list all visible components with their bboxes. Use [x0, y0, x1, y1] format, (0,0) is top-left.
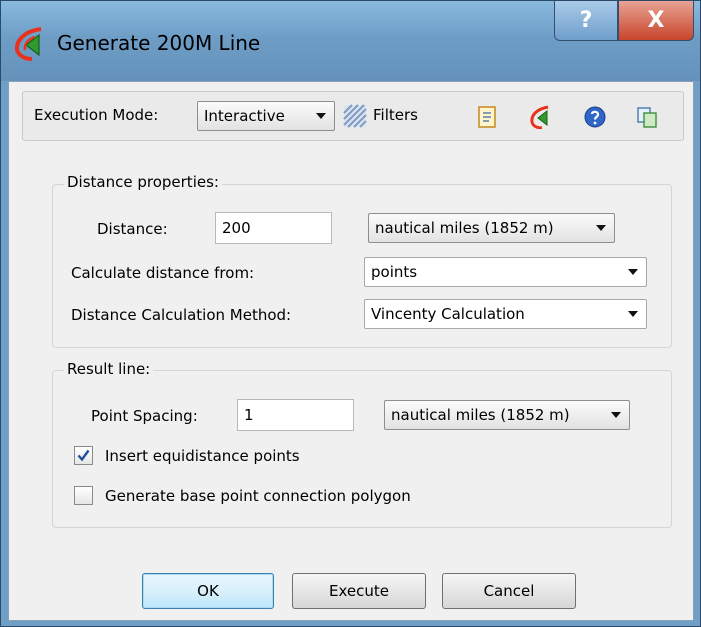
execute-button[interactable]: Execute — [292, 573, 426, 609]
ok-button[interactable]: OK — [142, 573, 274, 609]
equidistance-label[interactable]: Insert equidistance points — [105, 447, 300, 465]
equidistance-checkbox[interactable] — [74, 446, 93, 465]
dialog-client-area: Execution Mode: Interactive Filters Dist… — [8, 81, 694, 621]
polygon-checkbox[interactable] — [74, 486, 93, 505]
distance-field[interactable]: 200 — [215, 212, 332, 244]
calc-from-value: points — [371, 263, 418, 281]
close-button[interactable]: X — [618, 1, 694, 41]
chevron-down-icon — [316, 113, 326, 119]
dialog-window: Generate 200M Line ? X Execution Mode: I… — [0, 0, 701, 627]
distance-properties-title: Distance properties: — [64, 173, 222, 191]
polygon-label[interactable]: Generate base point connection polygon — [105, 487, 411, 505]
execution-mode-label: Execution Mode: — [34, 106, 159, 124]
close-label: X — [647, 8, 665, 33]
result-line-title: Result line: — [64, 360, 154, 378]
distance-unit-select[interactable]: nautical miles (1852 m) — [368, 213, 615, 243]
chevron-down-icon — [596, 225, 606, 231]
method-select[interactable]: Vincenty Calculation — [364, 299, 647, 329]
distance-value: 200 — [222, 219, 251, 237]
cancel-button[interactable]: Cancel — [442, 573, 576, 609]
calc-from-select[interactable]: points — [364, 257, 647, 287]
distance-unit-value: nautical miles (1852 m) — [375, 219, 554, 237]
point-spacing-field[interactable]: 1 — [237, 399, 354, 431]
app-logo-icon — [14, 27, 42, 61]
toolbar: Execution Mode: Interactive Filters — [22, 91, 684, 141]
filters-icon[interactable] — [343, 104, 367, 128]
copy-icon[interactable] — [635, 105, 659, 129]
chevron-down-icon — [628, 269, 638, 275]
distance-label: Distance: — [97, 220, 168, 238]
chevron-down-icon — [611, 412, 621, 418]
calc-from-label: Calculate distance from: — [71, 264, 255, 282]
help-icon[interactable] — [583, 105, 607, 129]
notes-icon[interactable] — [475, 105, 499, 129]
point-spacing-unit-value: nautical miles (1852 m) — [391, 406, 570, 424]
point-spacing-value: 1 — [244, 406, 254, 424]
check-icon — [77, 449, 90, 462]
execution-mode-select[interactable]: Interactive — [197, 101, 335, 131]
execution-mode-value: Interactive — [204, 107, 285, 125]
cancel-label: Cancel — [483, 582, 535, 600]
execute-label: Execute — [329, 582, 389, 600]
method-label: Distance Calculation Method: — [71, 306, 292, 324]
ok-label: OK — [197, 582, 219, 600]
app-logo-icon[interactable] — [528, 105, 552, 129]
help-button[interactable]: ? — [554, 1, 618, 41]
title-bar[interactable]: Generate 200M Line ? X — [1, 1, 700, 81]
point-spacing-label: Point Spacing: — [91, 407, 198, 425]
chevron-down-icon — [628, 311, 638, 317]
help-label: ? — [579, 8, 593, 33]
filters-label[interactable]: Filters — [373, 106, 418, 124]
point-spacing-unit-select[interactable]: nautical miles (1852 m) — [384, 400, 630, 430]
window-title: Generate 200M Line — [57, 31, 261, 55]
method-value: Vincenty Calculation — [371, 305, 525, 323]
